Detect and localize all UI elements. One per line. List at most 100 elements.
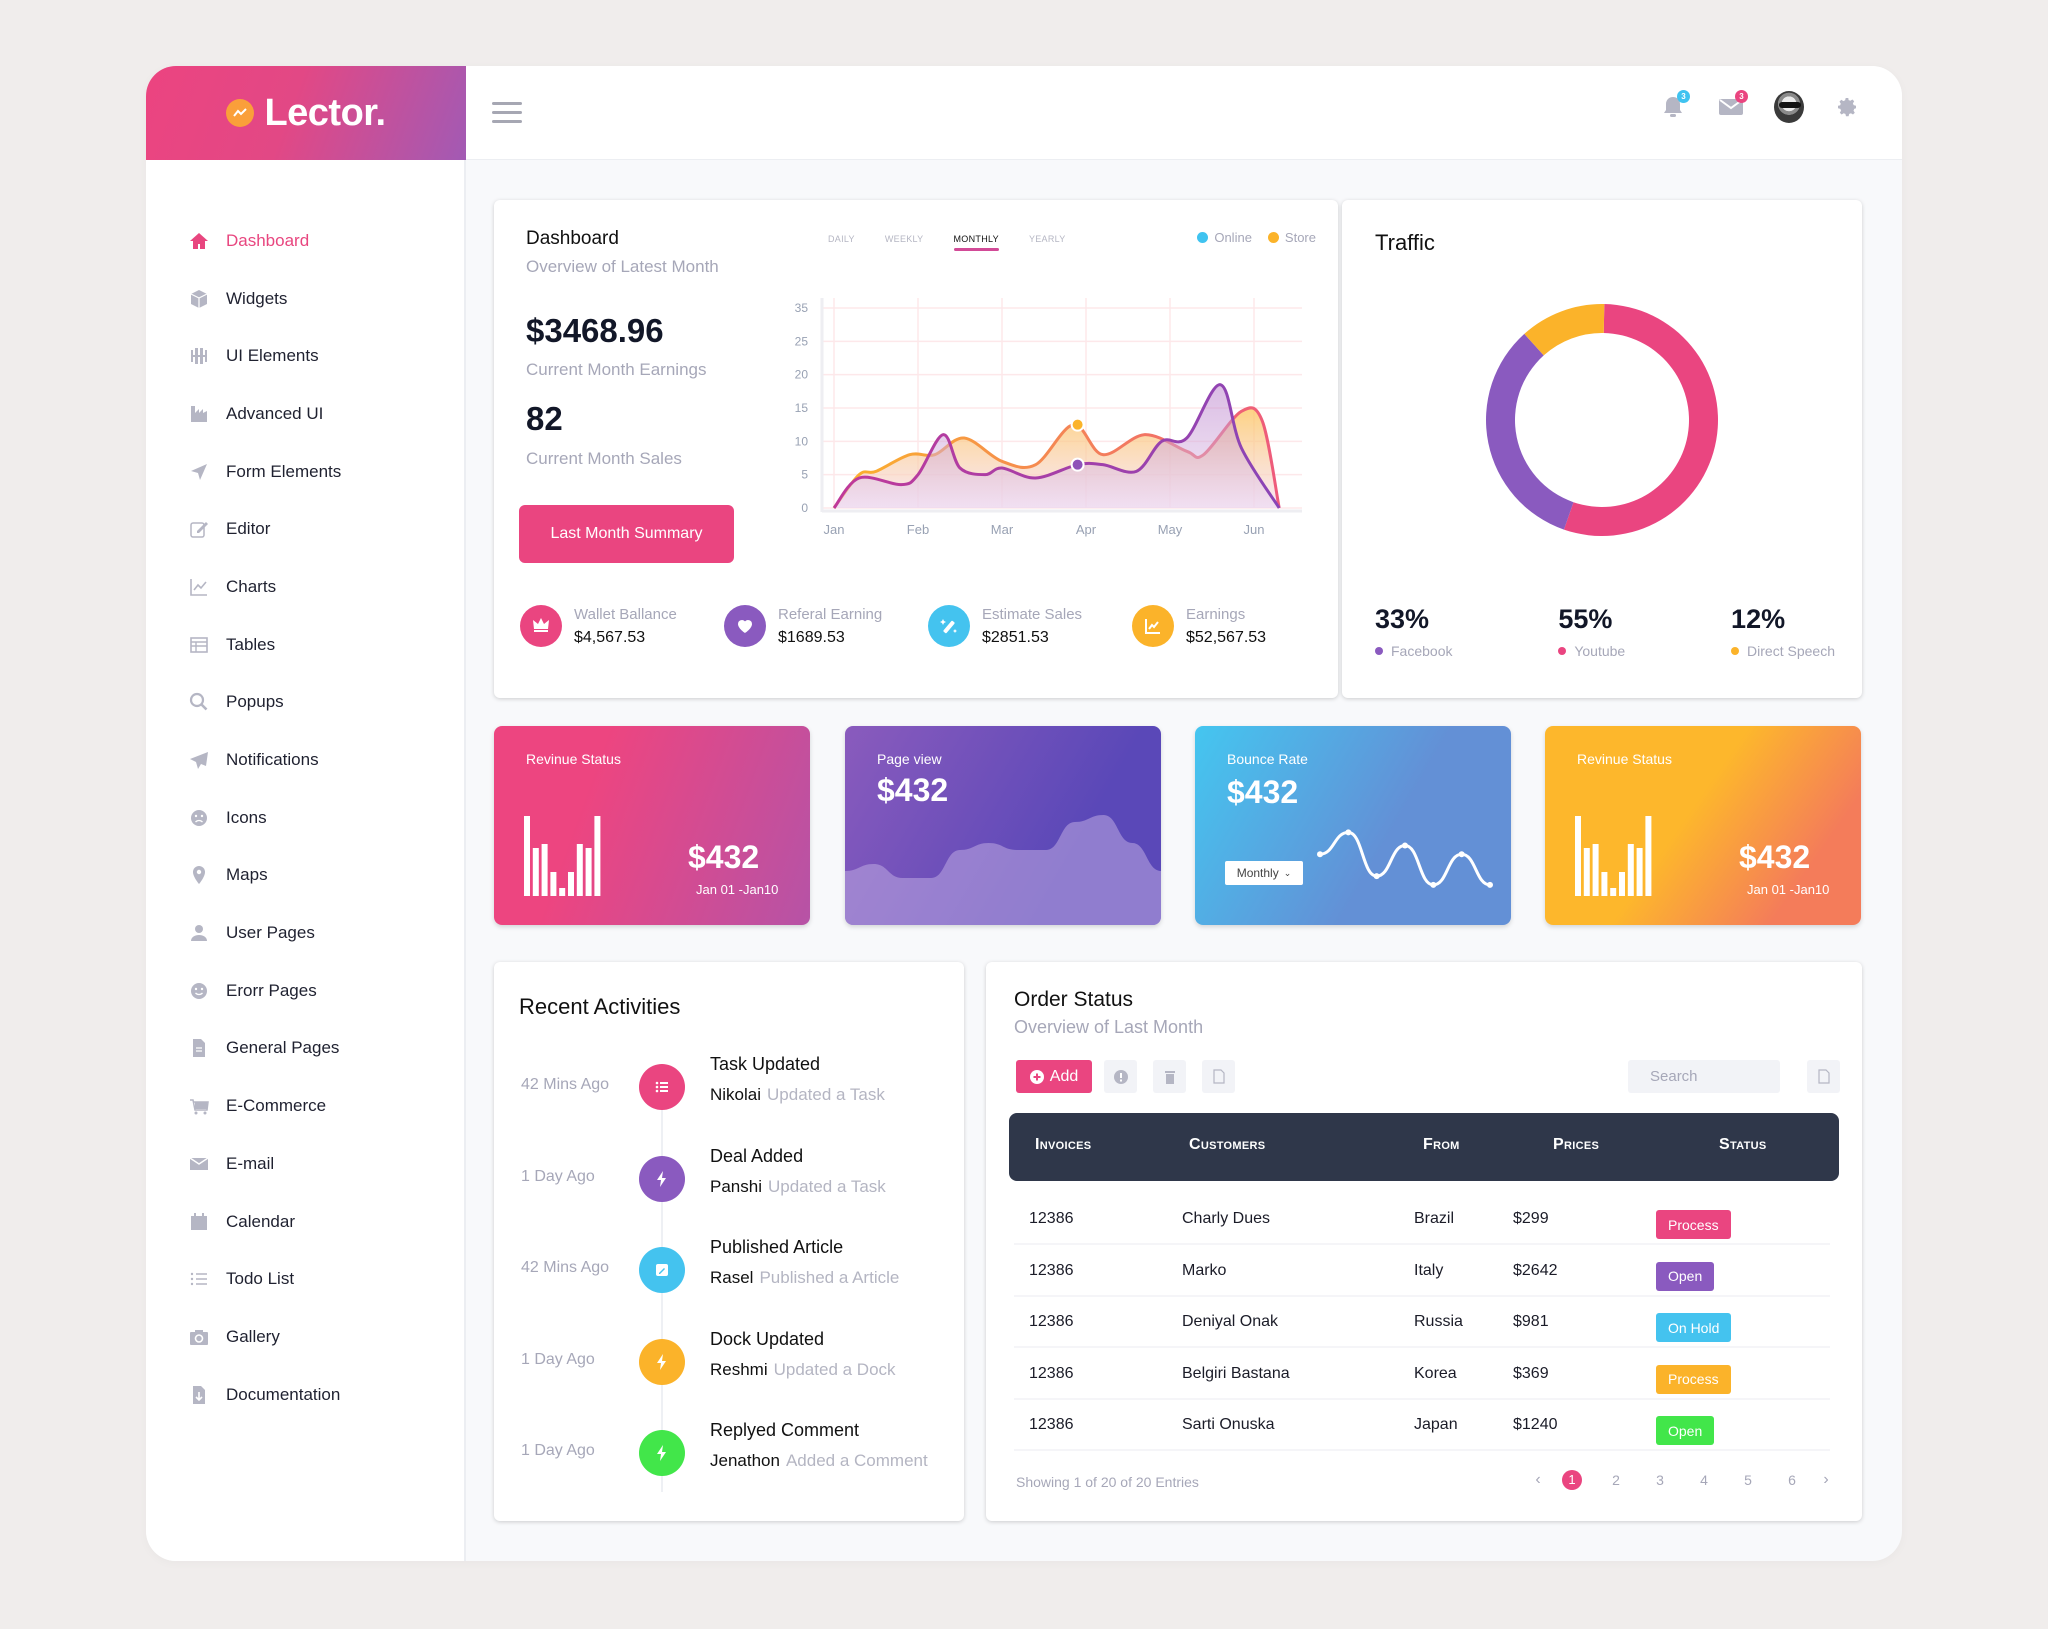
next-page-icon[interactable]: › bbox=[1814, 1471, 1838, 1489]
sidebar-item-ui-elements[interactable]: UI Elements bbox=[146, 327, 464, 385]
page-4[interactable]: 4 bbox=[1682, 1472, 1726, 1488]
earnings-label: Current Month Earnings bbox=[526, 360, 707, 379]
column-customers[interactable]: Customers bbox=[1189, 1136, 1265, 1154]
entries-info: Showing 1 of 20 of 20 Entries bbox=[1016, 1474, 1199, 1490]
y-tick-label: 10 bbox=[795, 434, 809, 448]
card-title: Revinue Status bbox=[1577, 751, 1672, 767]
sidebar-item-e-mail[interactable]: E-mail bbox=[146, 1135, 464, 1193]
search-input[interactable] bbox=[1628, 1060, 1780, 1093]
home-icon bbox=[188, 230, 210, 252]
messages-button[interactable]: 3 bbox=[1716, 90, 1748, 122]
activity-item[interactable]: 1 Day Ago Replyed Comment Jenathon Added a … bbox=[494, 1420, 964, 1490]
chevron-down-icon: ⌄ bbox=[1283, 867, 1292, 878]
export-button[interactable] bbox=[1807, 1060, 1840, 1093]
tab-weekly[interactable]: Weekly bbox=[885, 230, 924, 251]
activity-user[interactable]: Reshmi bbox=[710, 1360, 768, 1379]
prev-page-icon[interactable]: ‹ bbox=[1526, 1471, 1550, 1489]
brand-name: Lector. bbox=[264, 91, 386, 134]
cell-price: $981 bbox=[1513, 1313, 1549, 1330]
sidebar-item-form-elements[interactable]: Form Elements bbox=[146, 443, 464, 501]
sidebar-item-tables[interactable]: Tables bbox=[146, 616, 464, 674]
bar bbox=[1645, 816, 1652, 896]
status-badge[interactable]: Open bbox=[1656, 1416, 1715, 1445]
sidebar-item-icons[interactable]: Icons bbox=[146, 789, 464, 847]
search-icon bbox=[188, 691, 210, 713]
status-badge[interactable]: Process bbox=[1656, 1364, 1731, 1394]
bar bbox=[1583, 848, 1590, 896]
status-badge[interactable]: Open bbox=[1656, 1261, 1715, 1291]
period-select[interactable]: Monthly ⌄ bbox=[1225, 861, 1303, 885]
notifications-button[interactable]: 3 bbox=[1658, 90, 1690, 122]
period-tabs: Daily Weekly Monthly Yearly bbox=[828, 230, 1066, 251]
bar bbox=[1575, 816, 1581, 896]
table-icon bbox=[188, 634, 210, 656]
sidebar-item-widgets[interactable]: Widgets bbox=[146, 270, 464, 328]
sidebar-item-dashboard[interactable]: Dashboard bbox=[146, 212, 464, 270]
status-badge[interactable]: On Hold bbox=[1656, 1313, 1732, 1342]
activity-description: Nikolai Updated a Task bbox=[710, 1085, 885, 1105]
activity-user[interactable]: Panshi bbox=[710, 1177, 762, 1196]
sidebar-item-todo-list[interactable]: Todo List bbox=[146, 1250, 464, 1308]
bounce-point bbox=[1458, 851, 1465, 858]
column-status[interactable]: Status bbox=[1719, 1136, 1767, 1154]
status-badge[interactable]: Process bbox=[1656, 1210, 1731, 1239]
activity-item[interactable]: 42 Mins Ago Task Updated Nikolai Updated a … bbox=[494, 1054, 964, 1124]
activity-item[interactable]: 1 Day Ago Deal Added Panshi Updated a Task bbox=[494, 1146, 964, 1216]
info-button[interactable] bbox=[1104, 1060, 1137, 1093]
column-from[interactable]: From bbox=[1423, 1136, 1460, 1154]
table-row[interactable]: 12386 Charly Dues Brazil $299 Process bbox=[1014, 1194, 1830, 1245]
sidebar-item-advanced-ui[interactable]: Advanced UI bbox=[146, 385, 464, 443]
traffic-stat-label-row: Youtube bbox=[1558, 643, 1625, 659]
sidebar-item-charts[interactable]: Charts bbox=[146, 558, 464, 616]
cell-invoice: 12386 bbox=[1029, 1364, 1074, 1382]
activity-item[interactable]: 42 Mins Ago Published Article Rasel Publish… bbox=[494, 1237, 964, 1307]
sidebar-item-editor[interactable]: Editor bbox=[146, 500, 464, 558]
revenue-status-card-2: Revinue Status $432 Jan 01 -Jan10 bbox=[1545, 726, 1861, 925]
activity-title: Replyed Comment bbox=[710, 1420, 860, 1440]
mini-stat-wallet-ballance: Wallet Ballance $4,567.53 bbox=[520, 605, 724, 647]
column-invoices[interactable]: Invoices bbox=[1035, 1136, 1091, 1154]
last-month-summary-button[interactable]: Last Month Summary bbox=[519, 505, 734, 563]
settings-button[interactable] bbox=[1832, 92, 1862, 122]
app-window: Lector. 3 3 Dashboard Widgets UI Elements A… bbox=[146, 66, 1902, 1561]
sidebar-item-general-pages[interactable]: General Pages bbox=[146, 1020, 464, 1078]
sidebar-item-label: Tables bbox=[226, 634, 276, 654]
sidebar-item-user-pages[interactable]: User Pages bbox=[146, 904, 464, 962]
activity-item[interactable]: 1 Day Ago Dock Updated Reshmi Updated a Doc… bbox=[494, 1329, 964, 1399]
activity-user[interactable]: Rasel bbox=[710, 1268, 753, 1287]
cell-from: Brazil bbox=[1414, 1210, 1455, 1227]
activity-user[interactable]: Nikolai bbox=[710, 1085, 761, 1104]
table-row[interactable]: 12386 Deniyal Onak Russia $981 On Hold bbox=[1014, 1297, 1830, 1348]
table-header: Invoices Customers From Prices Status bbox=[1009, 1113, 1839, 1181]
delete-button[interactable] bbox=[1153, 1060, 1186, 1093]
print-button[interactable] bbox=[1202, 1060, 1235, 1093]
sidebar-item-maps[interactable]: Maps bbox=[146, 847, 464, 905]
sidebar-item-e-commerce[interactable]: E-Commerce bbox=[146, 1077, 464, 1135]
sidebar-item-documentation[interactable]: Documentation bbox=[146, 1366, 464, 1424]
brand-header[interactable]: Lector. bbox=[146, 66, 466, 160]
profile-button[interactable] bbox=[1774, 91, 1804, 123]
tab-yearly[interactable]: Yearly bbox=[1029, 230, 1066, 251]
page-5[interactable]: 5 bbox=[1726, 1472, 1770, 1488]
tab-daily[interactable]: Daily bbox=[828, 230, 855, 251]
sidebar-item-erorr-pages[interactable]: Erorr Pages bbox=[146, 962, 464, 1020]
table-row[interactable]: 12386 Sarti Onuska Japan $1240 Open bbox=[1014, 1400, 1830, 1451]
activity-description: Jenathon Added a Comment bbox=[710, 1451, 928, 1471]
tab-monthly[interactable]: Monthly bbox=[953, 230, 1000, 251]
sidebar-item-gallery[interactable]: Gallery bbox=[146, 1308, 464, 1366]
table-row[interactable]: 12386 Belgiri Bastana Korea $369 Process bbox=[1014, 1349, 1830, 1400]
hamburger-icon[interactable] bbox=[492, 102, 522, 124]
activity-user[interactable]: Jenathon bbox=[710, 1451, 780, 1470]
sidebar-item-notifications[interactable]: Notifications bbox=[146, 731, 464, 789]
sidebar-item-popups[interactable]: Popups bbox=[146, 674, 464, 732]
page-3[interactable]: 3 bbox=[1638, 1472, 1682, 1488]
traffic-stat-value: 55% bbox=[1558, 604, 1613, 634]
page-1[interactable]: 1 bbox=[1550, 1470, 1594, 1490]
page-2[interactable]: 2 bbox=[1594, 1472, 1638, 1488]
page-6[interactable]: 6 bbox=[1770, 1472, 1814, 1488]
add-button[interactable]: Add bbox=[1016, 1060, 1092, 1093]
y-tick-label: 15 bbox=[795, 401, 809, 415]
column-prices[interactable]: Prices bbox=[1553, 1136, 1599, 1154]
table-row[interactable]: 12386 Marko Italy $2642 Open bbox=[1014, 1246, 1830, 1297]
sidebar-item-calendar[interactable]: Calendar bbox=[146, 1193, 464, 1251]
